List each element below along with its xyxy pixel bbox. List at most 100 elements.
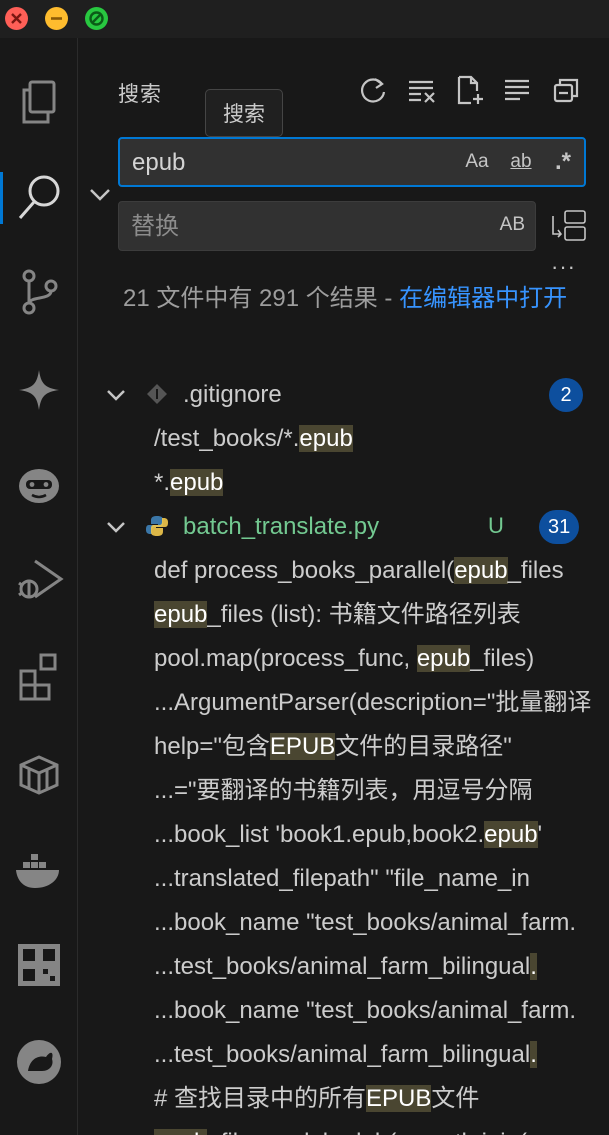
match-suffix: arm. [528,909,577,936]
result-match-line[interactable]: ...test_books/animal_farm_bilingual. [154,945,609,989]
result-match-line[interactable]: def process_books_parallel(epub_files [154,549,609,593]
result-file-name: .gitignore [183,381,282,408]
match-prefix: *. [154,469,171,496]
collapse-all-icon [553,78,579,103]
refresh-button[interactable] [355,72,391,108]
activity-explorer[interactable] [0,70,78,134]
activity-run-debug[interactable] [0,548,78,612]
match-suffix: arm. [528,997,577,1024]
result-match-line[interactable]: ...translated_filepath" "file_name_in [154,857,609,901]
toggle-replace-button[interactable] [87,182,113,208]
match-suffix: 量翻译 [519,689,592,716]
result-match-line[interactable]: ...ArgumentParser(description="批量翻译 [154,681,609,725]
result-match-line[interactable]: epub_files = glob.glob(os.path.join( [154,1121,609,1135]
activity-copilot[interactable] [0,358,78,422]
result-match-line[interactable]: ...book_name "test_books/animal_farm. [154,901,609,945]
match-case-button[interactable]: Aa [460,147,494,177]
replace-all-icon [552,210,586,241]
chevron-down-icon[interactable] [104,383,128,412]
activity-account[interactable] [0,1030,78,1094]
match-prefix: pool.map(process_func, [154,645,417,672]
fullscreen-icon [89,11,104,26]
more-options-button[interactable]: ··· [551,254,576,280]
match-prefix: def process_books_parallel( [154,557,455,584]
minimize-icon [51,17,62,20]
open-in-editor-link[interactable]: 在编辑器中打开 [399,285,567,312]
match-highlight: . [530,1041,537,1068]
result-match-line[interactable]: /test_books/*.epub [154,417,609,461]
result-match-line[interactable]: epub_files (list): 书籍文件路径列表 [154,593,609,637]
match-highlight: epub [154,601,208,628]
search-tooltip: 搜索 [205,89,283,137]
result-match-line[interactable]: *.epub [154,461,609,505]
match-prefix: ...book_list 'book1.epub,book2. [154,821,485,848]
match-prefix: ...book_name "test_books/animal_f [154,997,529,1024]
result-match-line[interactable]: help="包含EPUB文件的目录路径" [154,725,609,769]
use-regex-button[interactable]: .* [548,147,578,177]
activity-containers[interactable] [0,742,78,806]
search-input[interactable] [132,148,452,178]
match-suffix: 文件 [431,1085,480,1112]
chevron-down-icon[interactable] [104,515,128,544]
result-match-line[interactable]: ...test_books/animal_farm_bilingual. [154,1033,609,1077]
match-highlight: epub [416,645,471,672]
match-count-badge: 31 [539,510,580,544]
activity-extensions[interactable] [0,644,78,708]
result-file-row[interactable]: .gitignore 2 [79,373,609,417]
robot-icon [19,469,59,503]
match-highlight: epub [454,557,508,584]
activity-source-control[interactable] [0,260,78,324]
match-count-badge: 2 [549,378,583,412]
replace-input-box: AB [118,201,536,251]
maximize-window-button[interactable] [85,7,108,30]
close-icon [11,13,22,24]
result-match-line[interactable]: ...book_list 'book1.epub,book2.epub' [154,813,609,857]
container-box-icon [19,755,59,795]
view-as-tree-button[interactable] [499,72,535,108]
python-file-icon [145,514,169,538]
list-view-icon [505,79,529,101]
result-match-line[interactable]: ...="要翻译的书籍列表，用逗号分隔 [154,769,609,813]
preserve-case-button[interactable]: AB [500,214,525,236]
match-prefix: /test_books/*. [154,425,300,452]
activity-docker[interactable] [0,838,78,902]
replace-input[interactable] [131,212,451,242]
match-highlight: EPUB [269,733,336,760]
rabbit-avatar-icon [17,1040,61,1084]
match-prefix: ...book_name "test_books/animal_f [154,909,529,936]
run-debug-icon [18,559,64,599]
match-highlight: epub [154,1129,208,1135]
result-match-line[interactable]: # 查找目录中的所有EPUB文件 [154,1077,609,1121]
match-prefix: # 查找目录中的所有 [154,1085,367,1112]
result-file-row[interactable]: batch_translate.py U 31 [79,505,609,549]
match-whole-word-button[interactable]: ab [502,147,540,177]
match-prefix: help="包含 [154,733,270,760]
match-highlight: epub [170,469,224,496]
clear-all-icon [409,80,435,103]
minimize-window-button[interactable] [45,7,68,30]
sparkle-icon [19,370,59,410]
activity-remote-explorer[interactable] [0,453,78,517]
activity-bar [0,38,78,1135]
activity-search[interactable] [0,166,78,230]
activity-qrcode[interactable] [0,933,78,997]
match-prefix: ...translated_filepath" "file_name_in [154,865,530,892]
results-summary: 21 文件中有 291 个结果 - 在编辑器中打开 [123,282,583,316]
replace-all-button[interactable] [549,208,589,244]
clear-results-button[interactable] [404,72,440,108]
match-suffix: _files [507,557,564,584]
search-icon [18,175,60,219]
git-status-badge: U [488,513,504,538]
match-prefix: ...test_books/animal_farm_bilingual [154,953,531,980]
match-highlight: . [530,953,537,980]
new-search-editor-button[interactable] [452,72,488,108]
result-match-line[interactable]: pool.map(process_func, epub_files) [154,637,609,681]
result-match-line[interactable]: ...book_name "test_books/animal_farm. [154,989,609,1033]
results-count: 21 文件中有 291 个结果 - [123,285,400,312]
new-file-icon [457,75,483,105]
search-input-box: Aa ab .* [118,137,586,187]
result-file-name: batch_translate.py [183,513,380,540]
collapse-all-button[interactable] [548,72,584,108]
close-window-button[interactable] [5,7,28,30]
title-bar [0,0,609,38]
